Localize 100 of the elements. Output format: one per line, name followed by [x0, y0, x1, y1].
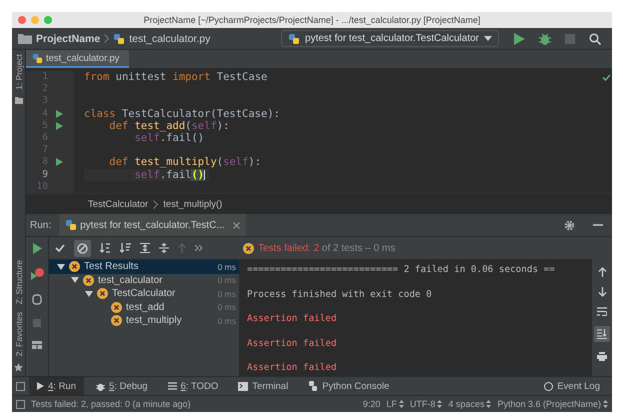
tree-row[interactable]: test_add 0 ms: [49, 300, 239, 314]
up-down-arrows-icon: [437, 400, 442, 408]
scroll-to-end-icon: [597, 329, 607, 339]
list-icon: [168, 382, 177, 390]
window-title: ProjectName [~/PycharmProjects/ProjectName] - .../test_calculator.py [ProjectName]: [144, 15, 480, 25]
breadcrumb[interactable]: test_calculator.py: [129, 32, 210, 44]
test-duration: 0 ms: [218, 262, 236, 272]
failed-icon: [111, 302, 122, 313]
star-icon: [14, 363, 23, 372]
close-button[interactable]: [18, 16, 26, 24]
tree-row[interactable]: test_calculator 0 ms: [49, 274, 239, 287]
run-configuration-dropdown[interactable]: pytest for test_calculator.TestCalculator: [281, 30, 499, 47]
collapse-all-icon[interactable]: [159, 243, 169, 253]
tree-row[interactable]: Test Results 0 ms: [49, 260, 239, 274]
bug-icon[interactable]: [539, 32, 551, 44]
error-line: Assertion failed: [247, 361, 337, 375]
python-file-icon: [288, 32, 300, 44]
code-line: def test_add(self):: [108, 120, 230, 132]
rerun-icon[interactable]: [32, 243, 42, 254]
expand-all-icon[interactable]: [140, 243, 150, 253]
failed-icon: [243, 242, 254, 254]
python-file-icon: [32, 52, 43, 64]
down-arrow-icon[interactable]: [598, 287, 606, 297]
tool-window-tab[interactable]: Python Console: [300, 377, 398, 395]
tool-window-tab[interactable]: 2: Favorites: [14, 312, 24, 356]
up-down-arrows-icon: [603, 400, 608, 408]
editor-tab[interactable]: test_calculator.py: [26, 50, 130, 68]
failed-icon: [111, 315, 122, 326]
printer-icon[interactable]: [597, 352, 607, 361]
scroll-to-end-button[interactable]: [594, 326, 610, 342]
run-icon[interactable]: [56, 158, 63, 166]
more-icon[interactable]: [195, 245, 202, 251]
code-line: class TestCalculator(TestCase):: [84, 108, 281, 120]
test-name: TestCalculator: [112, 288, 176, 300]
sort-alpha-icon[interactable]: [100, 243, 111, 253]
breadcrumb[interactable]: TestCalculator: [88, 198, 148, 210]
folder-icon: [18, 33, 32, 44]
python-file-icon: [113, 32, 126, 44]
tool-window-tab[interactable]: 1: Project: [14, 54, 24, 90]
console-line: =========================== 2 failed in 0.06 seconds ==: [247, 263, 555, 277]
run-icon[interactable]: [514, 32, 525, 44]
up-down-arrows-icon: [398, 400, 404, 408]
chevron-icon: [153, 200, 158, 208]
tree-row[interactable]: test_multiply 0 ms: [49, 314, 239, 328]
status-item[interactable]: Python 3.6 (ProjectName): [497, 399, 608, 409]
code-line: from unittest import TestCase: [84, 71, 268, 84]
test-duration: 0 ms: [218, 275, 236, 286]
bug-icon: [96, 382, 106, 390]
settings-icon[interactable]: [564, 220, 575, 230]
code-line: self.fail(): [134, 132, 206, 144]
console-line: Process finished with exit code 0: [247, 288, 432, 302]
failed-icon: [83, 274, 94, 286]
check-icon: [602, 74, 610, 81]
test-name: test_multiply: [126, 315, 183, 326]
tool-window-tab[interactable]: 5: Debug: [88, 377, 156, 395]
check-icon[interactable]: [55, 244, 65, 252]
tree-row[interactable]: TestCalculator 0 ms: [49, 287, 239, 300]
tool-window-tab[interactable]: Z: Structure: [14, 260, 24, 305]
failed-icon: [97, 288, 108, 300]
soft-wrap-icon[interactable]: [597, 307, 607, 316]
toggle-autotest-icon[interactable]: [32, 294, 42, 305]
log-icon: [544, 382, 554, 390]
status-item[interactable]: UTF-8: [410, 399, 442, 409]
test-name: test_add: [126, 302, 166, 313]
search-icon[interactable]: [589, 32, 601, 44]
status-item[interactable]: LF: [386, 399, 404, 409]
error-line: Assertion failed: [247, 336, 337, 350]
panel-title: Run:: [30, 220, 52, 230]
ignored-filter-button[interactable]: [74, 240, 91, 256]
rerun-failed-icon[interactable]: [30, 268, 44, 280]
breadcrumb[interactable]: test_multiply(): [163, 198, 222, 210]
line-number: 9: [41, 168, 48, 181]
prohibited-icon: [77, 242, 88, 254]
breadcrumb[interactable]: ProjectName: [36, 32, 100, 44]
terminal-icon: [238, 382, 248, 390]
test-duration: 0 ms: [218, 288, 236, 299]
test-summary: Tests failed: 2 of 2 tests – 0 ms: [258, 242, 396, 254]
tool-window-tab[interactable]: Event Log: [536, 377, 608, 395]
tool-window-tab[interactable]: 6: TODO: [160, 377, 226, 395]
sort-duration-icon[interactable]: [120, 243, 131, 253]
tool-window-tab[interactable]: 4: Run: [29, 377, 84, 395]
python-icon: [308, 381, 318, 391]
test-duration: 0 ms: [218, 316, 236, 326]
status-item[interactable]: 4 spaces: [448, 399, 492, 409]
run-icon[interactable]: [56, 110, 63, 118]
test-name: Test Results: [84, 261, 140, 272]
run-tab[interactable]: pytest for test_calculator.TestC...: [59, 214, 246, 236]
folder-icon: [14, 96, 22, 104]
test-name: test_calculator: [98, 274, 164, 286]
test-duration: 0 ms: [218, 302, 236, 312]
code-line: def test_multiply(self):: [108, 156, 262, 168]
tool-window-tab[interactable]: Terminal: [230, 377, 296, 395]
status-item[interactable]: 9:20: [362, 399, 380, 409]
play-icon: [37, 382, 44, 390]
python-file-icon: [65, 219, 78, 231]
run-icon[interactable]: [56, 122, 63, 130]
close-icon[interactable]: [232, 222, 240, 228]
chevron-icon: [104, 34, 110, 43]
caret-icon: [484, 36, 492, 41]
layout-icon[interactable]: [32, 341, 42, 349]
